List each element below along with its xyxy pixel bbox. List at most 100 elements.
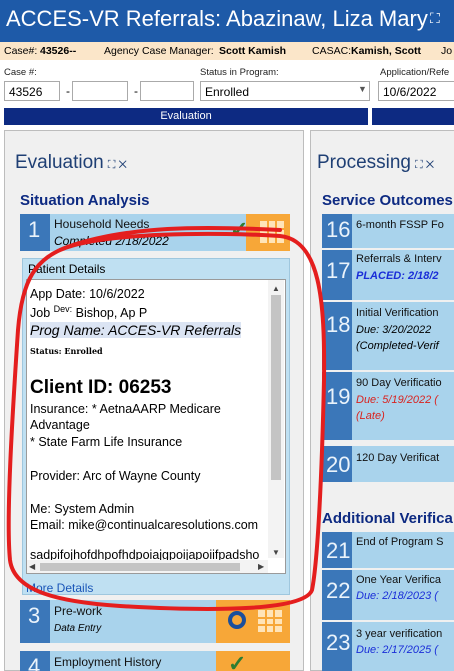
status-text: Status: Enrolled xyxy=(30,346,103,356)
item-status: (Late) xyxy=(356,410,385,422)
insurance-line-2: Advantage xyxy=(30,418,90,432)
item-due: Due: 3/20/2022 xyxy=(356,324,432,336)
circle-icon xyxy=(228,611,246,629)
situation-analysis-heading: Situation Analysis xyxy=(20,192,150,209)
status-field-label: Status in Program: xyxy=(200,67,279,78)
item-title: One Year Verifica xyxy=(356,574,442,586)
vertical-scroll-thumb[interactable] xyxy=(271,295,281,480)
program-name: Prog Name: ACCES-VR Referrals xyxy=(30,322,242,338)
item-number: 20 xyxy=(322,446,352,482)
chevron-down-icon: ▼ xyxy=(358,84,367,94)
item-number: 23 xyxy=(322,622,352,671)
app-field-label: Application/Refe xyxy=(380,67,450,78)
case-info-bar: Case#: 43526-- Agency Case Manager: Scot… xyxy=(0,42,454,60)
item-title: 3 year verification xyxy=(356,628,443,640)
item-title: 120 Day Verificat xyxy=(356,452,440,464)
check-icon: ✓ xyxy=(230,217,249,242)
tab-next[interactable] xyxy=(372,108,454,125)
case-label: Case#: xyxy=(4,45,38,57)
item-number: 19 xyxy=(322,372,352,440)
item-title: Referrals & Interv xyxy=(356,253,442,265)
item-number: 17 xyxy=(322,250,352,300)
app-date: App Date: 10/6/2022 xyxy=(30,287,145,301)
insurance-line-3: * State Farm Life Insurance xyxy=(30,435,183,449)
case-part-2-field[interactable] xyxy=(72,81,128,101)
evaluation-title-text: Evaluation xyxy=(15,152,104,173)
list-item[interactable]: 20 120 Day Verificat xyxy=(322,446,454,482)
list-item[interactable]: 19 90 Day Verificatio Due: 5/19/2022 ( (… xyxy=(322,372,454,440)
item-number: 4 xyxy=(20,651,50,671)
processing-title-text: Processing xyxy=(317,152,411,173)
expand-collapse-icon[interactable]: ⛶ ✕ xyxy=(415,159,434,171)
scroll-left-icon[interactable]: ◀ xyxy=(29,562,35,571)
case-field-label: Case #: xyxy=(4,67,37,78)
item-status: Completed 2/18/2022 xyxy=(54,234,169,248)
title-bar: ACCES-VR Referrals: Abazinaw, Liza Mary … xyxy=(0,0,454,42)
casac-label: CASAC: xyxy=(312,45,352,57)
list-item[interactable]: 1 Household Needs Completed 2/18/2022 xyxy=(20,214,246,251)
email: Email: mike@continualcaresolutions.com xyxy=(30,518,259,532)
casac-value: Kamish, Scott xyxy=(351,45,422,57)
job-line: Job Dev: Bishop, Ap P xyxy=(30,304,147,320)
insurance-line-1: Insurance: * AetnaAARP Medicare xyxy=(30,402,221,416)
manager-value: Scott Kamish xyxy=(219,45,287,57)
expand-collapse-icon[interactable]: ⛶ ✕ xyxy=(108,159,127,171)
grid-icon[interactable] xyxy=(258,610,282,632)
list-item[interactable]: 22 One Year Verifica Due: 2/18/2023 ( xyxy=(322,570,454,620)
scroll-up-icon[interactable]: ▲ xyxy=(272,284,280,293)
case-sep-1: - xyxy=(66,84,70,98)
item-title: End of Program S xyxy=(356,536,444,548)
case-sep-2: - xyxy=(134,84,138,98)
item-number: 3 xyxy=(20,600,50,643)
list-item[interactable]: 18 Initial Verification Due: 3/20/2022 (… xyxy=(322,302,454,370)
provider: Provider: Arc of Wayne County xyxy=(30,469,201,483)
list-item[interactable]: 3 Pre-work Data Entry xyxy=(20,600,246,643)
item-number: 18 xyxy=(322,302,352,370)
me-line: Me: System Admin xyxy=(30,502,135,516)
additional-verifications-heading: Additional Verifica xyxy=(322,510,453,527)
item-due: Due: 5/19/2022 ( xyxy=(356,394,438,406)
client-id: Client ID: 06253 xyxy=(30,377,172,398)
info-trailing: Jo xyxy=(441,45,453,57)
service-outcomes-heading: Service Outcomes xyxy=(322,192,453,209)
item-number: 1 xyxy=(20,214,50,251)
item-number: 21 xyxy=(322,532,352,568)
item-number: 16 xyxy=(322,214,352,248)
item-due: Due: 2/17/2025 ( xyxy=(356,644,438,656)
application-date-field[interactable]: 10/6/2022 xyxy=(378,81,454,101)
case-number: 43526-- xyxy=(40,45,77,57)
list-item[interactable]: 16 6-month FSSP Fo xyxy=(322,214,454,248)
patient-details-content: App Date: 10/6/2022 Job Dev: Bishop, Ap … xyxy=(26,279,286,574)
patient-details-header: Patient Details xyxy=(28,262,106,276)
grid-icon[interactable] xyxy=(260,221,284,243)
job-prefix: Job xyxy=(30,306,51,321)
scroll-right-icon[interactable]: ▶ xyxy=(258,562,264,571)
list-item[interactable]: 23 3 year verification Due: 2/17/2025 ( xyxy=(322,622,454,671)
list-item[interactable]: 4 Employment History xyxy=(20,651,246,671)
status-select[interactable]: Enrolled xyxy=(200,81,370,101)
item-title: Household Needs xyxy=(54,217,150,231)
case-part-3-field[interactable] xyxy=(140,81,194,101)
job-rest: Bishop, Ap P xyxy=(72,306,148,321)
more-details-link[interactable]: More Details xyxy=(26,581,93,595)
item-status: (Completed-Verif xyxy=(356,340,439,352)
manager-label: Agency Case Manager: xyxy=(104,45,214,57)
item-title: 90 Day Verificatio xyxy=(356,377,442,389)
item-title: Initial Verification xyxy=(356,307,439,319)
item-title: 6-month FSSP Fo xyxy=(356,219,444,231)
list-item[interactable]: 21 End of Program S xyxy=(322,532,454,568)
processing-title: Processing ⛶ ✕ xyxy=(317,152,434,174)
item-title: Employment History xyxy=(54,655,162,669)
expand-icon[interactable]: ⛶ xyxy=(430,10,440,27)
list-item[interactable]: 17 Referrals & Interv PLACED: 2/18/2 xyxy=(322,250,454,300)
check-icon: ✓ xyxy=(228,651,247,671)
item-status: Data Entry xyxy=(54,623,102,634)
item-title: Pre-work xyxy=(54,604,103,618)
scroll-down-icon[interactable]: ▼ xyxy=(272,548,280,557)
item-number: 22 xyxy=(322,570,352,620)
evaluation-title: Evaluation ⛶ ✕ xyxy=(15,152,127,174)
case-number-field[interactable]: 43526 xyxy=(4,81,60,101)
tab-evaluation[interactable]: Evaluation xyxy=(4,108,368,125)
horizontal-scroll-thumb[interactable] xyxy=(40,563,240,571)
job-sup: Dev: xyxy=(53,304,73,314)
